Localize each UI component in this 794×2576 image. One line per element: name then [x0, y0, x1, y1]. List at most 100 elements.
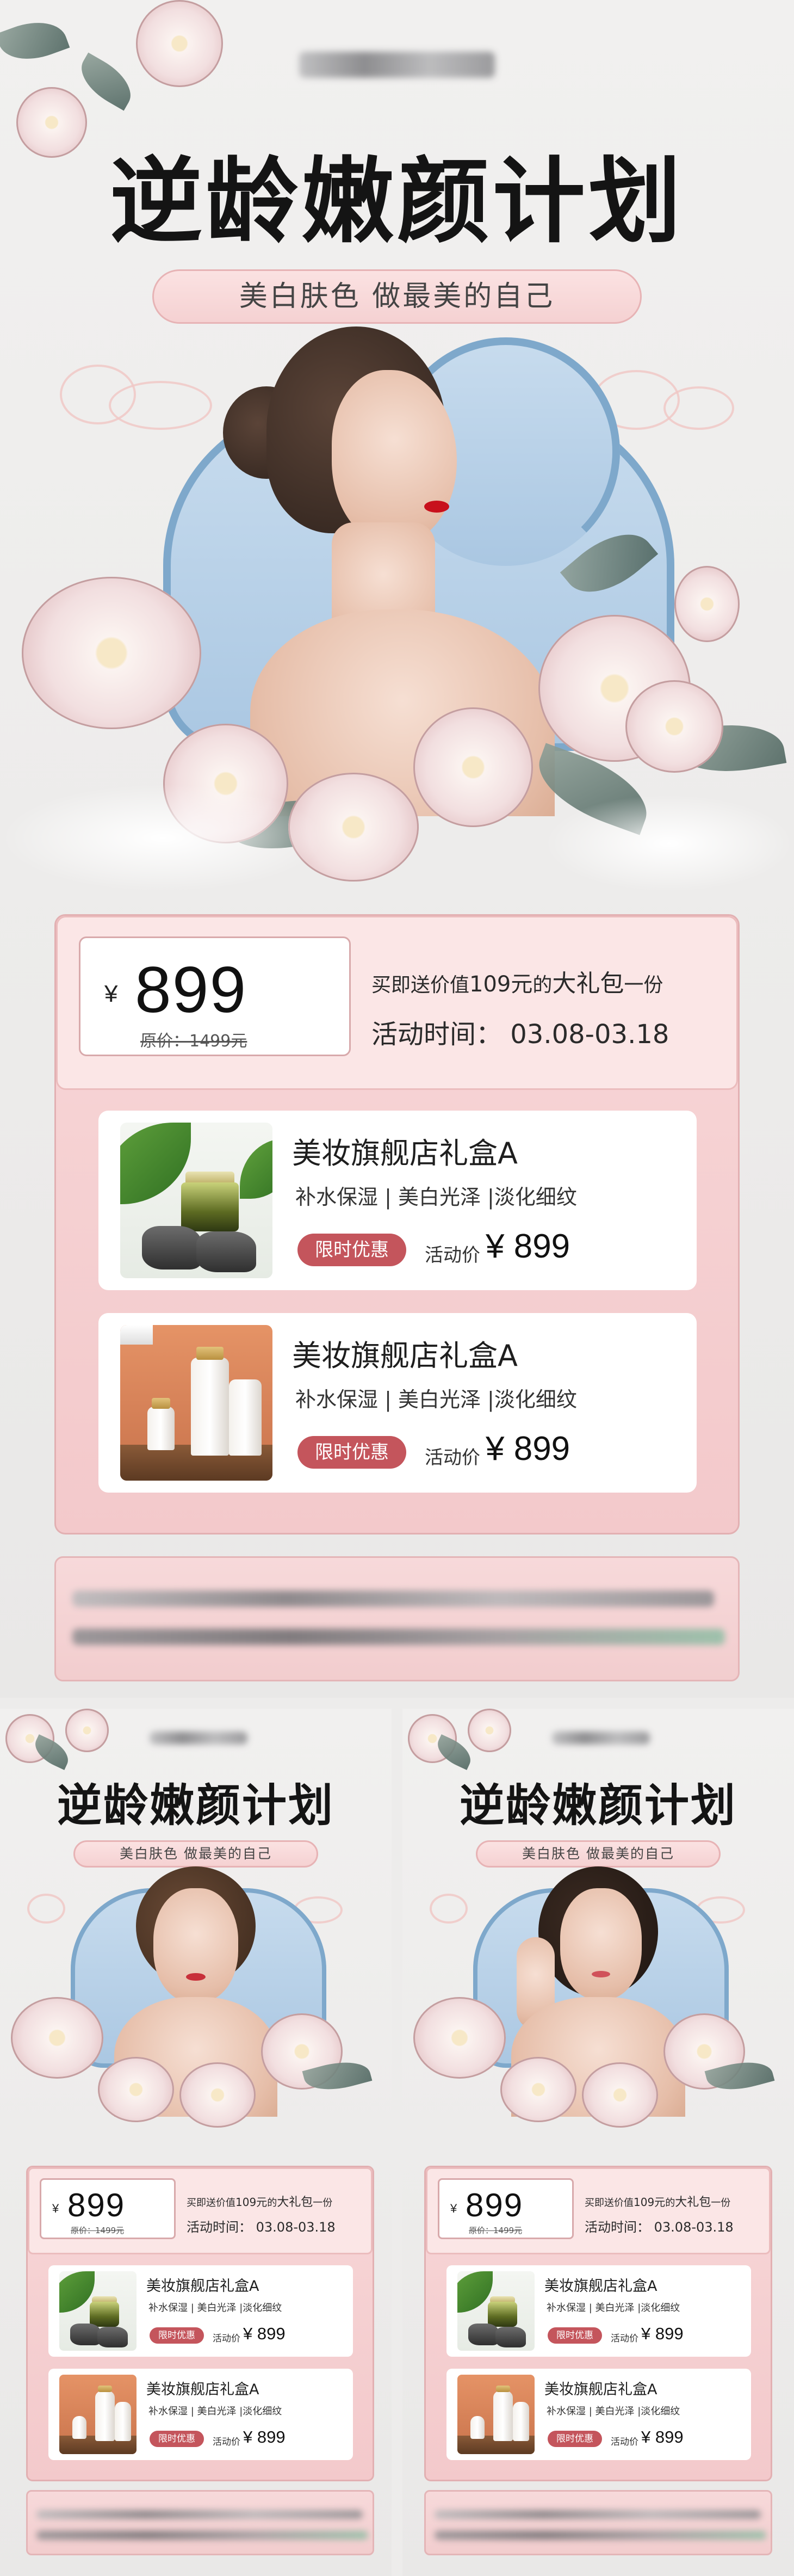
- offer-panel: ¥ 899 原价：1499元 买即送价值109元的大礼包一份 活动时间： 03.…: [26, 2166, 374, 2481]
- face: [153, 1888, 238, 2002]
- magnolia-flower: [674, 566, 740, 642]
- cream-tube: [513, 2402, 529, 2441]
- limited-offer-badge[interactable]: 限时优惠: [297, 1234, 406, 1266]
- magnolia-flower: [11, 1997, 103, 2079]
- cream-tube: [191, 1358, 229, 1456]
- product-card[interactable]: 美妆旗舰店礼盒A 补水保湿 | 美白光泽 |淡化细纹 限时优惠 活动价 ¥ 89…: [98, 1111, 697, 1290]
- price-currency: ¥: [104, 981, 118, 1007]
- limited-offer-badge[interactable]: 限时优惠: [297, 1436, 406, 1469]
- footer-panel: [54, 1556, 740, 1681]
- gift-description: 买即送价值109元的大礼包一份: [187, 2192, 332, 2210]
- magnolia-flower: [22, 577, 201, 729]
- face: [560, 1888, 642, 2000]
- blossom-decoration: [136, 0, 223, 87]
- monstera-leaf-icon: [120, 1123, 191, 1204]
- product-card[interactable]: 美妆旗舰店礼盒A 补水保湿 | 美白光泽 |淡化细纹 限时优惠 活动价 ¥ 89…: [98, 1313, 697, 1493]
- cloud-decoration: [109, 381, 212, 430]
- small-jar: [120, 1325, 153, 1345]
- gift-suffix: 一份: [711, 2197, 731, 2209]
- product-tags: 补水保湿 | 美白光泽 |淡化细纹: [148, 2406, 282, 2417]
- gift-big: 大礼包: [277, 2196, 313, 2209]
- product-card[interactable]: 美妆旗舰店礼盒A 补水保湿 | 美白光泽 |淡化细纹 限时优惠 活动价 ¥ 89…: [446, 2369, 751, 2460]
- product-name: 美妆旗舰店礼盒A: [292, 1136, 518, 1170]
- activity-price-label: 活动价: [425, 1244, 480, 1266]
- mist-decoration: [0, 784, 326, 892]
- cloud-decoration: [27, 1894, 65, 1924]
- gift-prefix: 买即送价值: [371, 974, 470, 996]
- limited-offer-badge[interactable]: 限时优惠: [548, 2431, 602, 2447]
- gift-big: 大礼包: [552, 970, 624, 997]
- cloud-decoration: [430, 1894, 468, 1924]
- gift-description: 买即送价值109元的大礼包一份: [585, 2192, 730, 2210]
- blossom-decoration: [65, 1709, 109, 1752]
- subtitle-text: 美白肤色 做最美的自己: [522, 1846, 674, 1862]
- limited-offer-badge[interactable]: 限时优惠: [150, 2431, 204, 2447]
- subtitle-pill: 美白肤色 做最美的自己: [73, 1840, 318, 1868]
- price-value: 899: [466, 2187, 524, 2223]
- gift-mid: 的: [267, 2197, 277, 2209]
- rock: [468, 2324, 499, 2345]
- cream-jar: [90, 2302, 119, 2327]
- subtitle-pill: 美白肤色 做最美的自己: [476, 1840, 721, 1868]
- product-name: 美妆旗舰店礼盒A: [544, 2381, 657, 2398]
- activity-price: ¥ 899: [486, 1228, 570, 1265]
- activity-price: ¥ 899: [641, 2324, 684, 2343]
- magnolia-flower: [582, 2062, 658, 2128]
- leaf-decoration: [72, 52, 140, 111]
- product-tags: 补水保湿 | 美白光泽 |淡化细纹: [295, 1185, 577, 1209]
- rock: [97, 2327, 128, 2347]
- monstera-leaf-icon: [240, 1139, 272, 1199]
- limited-offer-badge[interactable]: 限时优惠: [548, 2327, 602, 2344]
- magnolia-flower: [500, 2057, 576, 2122]
- blurred-footer-text: [72, 1629, 725, 1645]
- product-card[interactable]: 美妆旗舰店礼盒A 补水保湿 | 美白光泽 |淡化细纹 限时优惠 活动价 ¥ 89…: [48, 2265, 353, 2357]
- poster-sheet: 逆龄嫩颜计划 美白肤色 做最美的自己 ¥ 899 原价：1499元 买即送价值1…: [0, 0, 794, 2576]
- lips: [592, 1971, 610, 1977]
- product-name: 美妆旗舰店礼盒A: [146, 2381, 259, 2398]
- rock: [142, 1226, 202, 1269]
- gift-big: 大礼包: [675, 2196, 711, 2209]
- gift-amount: 109元: [469, 972, 533, 997]
- page-title: 逆龄嫩颜计划: [109, 147, 684, 256]
- price-currency: ¥: [450, 2202, 457, 2215]
- rock: [495, 2327, 526, 2347]
- footer-panel: [26, 2490, 374, 2555]
- product-tags: 补水保湿 | 美白光泽 |淡化细纹: [148, 2302, 282, 2314]
- subtitle-text: 美白肤色 做最美的自己: [239, 280, 555, 313]
- tube-cap: [196, 1347, 224, 1360]
- blurred-footer-text: [435, 2510, 761, 2519]
- activity-price-label: 活动价: [611, 2333, 638, 2344]
- product-tags: 补水保湿 | 美白光泽 |淡化细纹: [295, 1388, 577, 1412]
- variant-poster-right: 逆龄嫩颜计划 美白肤色 做最美的自己 ¥ 899 原价：1499元 买即送价值1…: [402, 1709, 794, 2576]
- gift-description: 买即送价值109元的大礼包一份: [371, 964, 663, 999]
- gift-amount: 109元: [634, 2196, 666, 2209]
- cream-jar: [488, 2302, 517, 2327]
- activity-price: ¥ 899: [486, 1430, 570, 1468]
- product-card[interactable]: 美妆旗舰店礼盒A 补水保湿 | 美白光泽 |淡化细纹 限时优惠 活动价 ¥ 89…: [48, 2369, 353, 2460]
- gift-mid: 的: [532, 974, 553, 996]
- product-name: 美妆旗舰店礼盒A: [544, 2278, 657, 2295]
- activity-price-label: 活动价: [611, 2437, 638, 2448]
- activity-price: ¥ 899: [641, 2427, 684, 2446]
- magnolia-flower: [98, 2057, 174, 2122]
- product-card[interactable]: 美妆旗舰店礼盒A 补水保湿 | 美白光泽 |淡化细纹 限时优惠 活动价 ¥ 89…: [446, 2265, 751, 2357]
- page-title: 逆龄嫩颜计划: [459, 1779, 737, 1832]
- blurred-footer-text: [36, 2510, 363, 2519]
- blurred-header-text: [150, 1731, 247, 1745]
- rock: [196, 1231, 256, 1272]
- offer-panel: ¥ 899 原价：1499元 买即送价值109元的大礼包一份 活动时间： 03.…: [424, 2166, 772, 2481]
- gift-amount: 109元: [235, 2196, 268, 2209]
- activity-price-label: 活动价: [213, 2437, 240, 2448]
- price-value: 899: [135, 953, 247, 1026]
- tube-cap: [496, 2386, 510, 2392]
- main-poster: 逆龄嫩颜计划 美白肤色 做最美的自己 ¥ 899 原价：1499元 买即送价值1…: [0, 0, 794, 1698]
- original-price: 原价：1499元: [140, 1032, 247, 1051]
- tube-cap: [98, 2386, 112, 2392]
- subtitle-text: 美白肤色 做最美的自己: [120, 1846, 272, 1862]
- original-price: 原价：1499元: [71, 2226, 125, 2235]
- product-thumbnail-jar: [120, 1123, 272, 1278]
- original-price: 原价：1499元: [469, 2226, 523, 2235]
- price-value: 899: [67, 2187, 126, 2223]
- activity-price: ¥ 899: [243, 2324, 286, 2343]
- limited-offer-badge[interactable]: 限时优惠: [150, 2327, 204, 2344]
